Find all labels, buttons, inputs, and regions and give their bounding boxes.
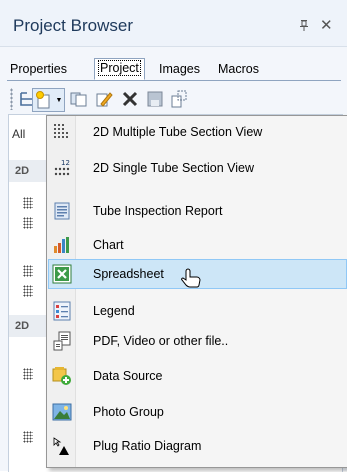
tab-project[interactable]: Project — [94, 58, 145, 80]
menu-item-2d-multiple-tube-section-view[interactable]: 2D Multiple Tube Section View — [49, 118, 346, 146]
menu-item-legend[interactable]: Legend — [49, 297, 346, 325]
menu-item-pdf-video-or-other-file[interactable]: PDF, Video or other file.. — [49, 327, 346, 355]
copy-icon[interactable] — [68, 88, 90, 110]
new-item-dropdown-menu: 2D Multiple Tube Section View 12 2D Sing… — [46, 115, 347, 468]
tree-node-icon[interactable] — [23, 197, 33, 209]
tab-images[interactable]: Images — [156, 60, 203, 79]
new-item-icon[interactable] — [32, 88, 56, 112]
report-icon — [52, 201, 72, 221]
menu-item-2d-single-tube-section-view[interactable]: 12 2D Single Tube Section View — [49, 154, 346, 182]
paste-icon[interactable] — [168, 88, 190, 110]
panel-title-bar: Project Browser ✕ — [0, 0, 347, 47]
tree-node-icon[interactable] — [23, 217, 33, 229]
toolbar: ▼ — [8, 84, 341, 114]
menu-item-label: Plug Ratio Diagram — [93, 439, 202, 453]
delete-icon[interactable] — [119, 88, 141, 110]
project-browser-panel: Project Browser ✕ Properties Project Ima… — [0, 0, 347, 472]
pin-icon[interactable] — [299, 20, 309, 34]
menu-item-label: Photo Group — [93, 405, 164, 419]
menu-item-tube-inspection-report[interactable]: Tube Inspection Report — [49, 197, 346, 225]
photo-group-icon — [52, 402, 72, 422]
menu-item-label: 2D Single Tube Section View — [93, 161, 254, 175]
save-icon[interactable] — [144, 88, 166, 110]
tab-label: Properties — [10, 62, 67, 76]
group-header-label: 2D — [15, 320, 30, 332]
menu-item-label: PDF, Video or other file.. — [93, 334, 229, 348]
plug-ratio-icon — [52, 436, 72, 456]
menu-item-label: Chart — [93, 238, 124, 252]
bar-chart-icon — [52, 235, 72, 255]
new-item-dropdown-chevron-down-icon[interactable]: ▼ — [54, 88, 65, 112]
tree-node-icon[interactable] — [23, 368, 33, 380]
svg-text:12: 12 — [61, 159, 70, 167]
tab-label: Macros — [218, 62, 259, 76]
tab-label: Project — [98, 60, 141, 76]
panel-title: Project Browser — [13, 16, 133, 35]
multi-tube-section-icon — [52, 122, 72, 142]
tree-node-icon[interactable] — [23, 431, 33, 443]
tree-node-icon[interactable] — [23, 265, 33, 277]
toolbar-grip[interactable] — [10, 88, 13, 110]
menu-item-chart[interactable]: Chart — [49, 231, 346, 259]
data-source-icon — [52, 366, 72, 386]
menu-item-photo-group[interactable]: Photo Group — [49, 398, 346, 426]
menu-item-label: Legend — [93, 304, 135, 318]
tree-node-icon[interactable] — [23, 285, 33, 297]
group-header-label: 2D — [15, 165, 30, 177]
tab-label: Images — [159, 62, 200, 76]
filter-label: All — [12, 127, 26, 141]
menu-item-label: Data Source — [93, 369, 163, 383]
menu-item-plug-ratio-diagram[interactable]: Plug Ratio Diagram — [49, 432, 346, 460]
edit-icon[interactable] — [93, 88, 115, 110]
tab-strip: Properties Project Images Macros — [7, 58, 341, 81]
file-icon — [52, 331, 72, 351]
spreadsheet-icon — [52, 264, 72, 284]
legend-icon — [52, 301, 72, 321]
tab-properties[interactable]: Properties — [7, 60, 70, 79]
menu-item-label: 2D Multiple Tube Section View — [93, 125, 263, 139]
mouse-cursor-icon — [180, 268, 202, 291]
menu-item-label: Spreadsheet — [93, 267, 164, 281]
close-icon[interactable]: ✕ — [320, 16, 333, 34]
menu-item-data-source[interactable]: Data Source — [49, 362, 346, 390]
menu-item-label: Tube Inspection Report — [93, 204, 223, 218]
single-tube-section-icon: 12 — [52, 158, 72, 178]
tab-macros[interactable]: Macros — [215, 60, 262, 79]
